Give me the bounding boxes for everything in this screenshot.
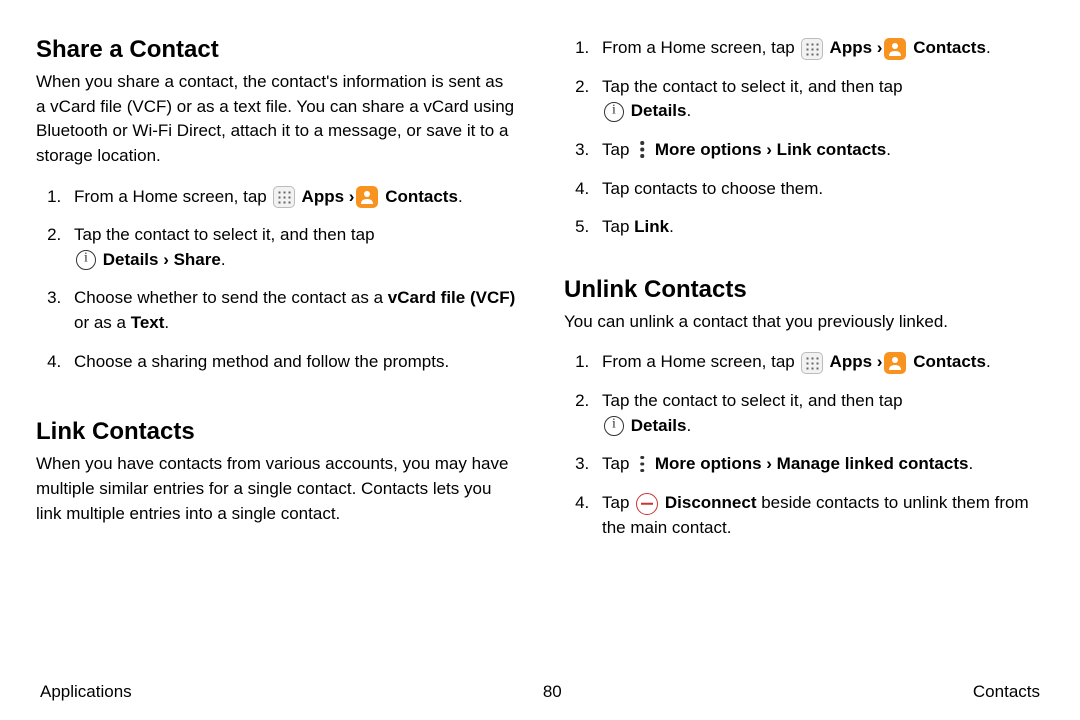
link-steps: From a Home screen, tap Apps › Contacts.… (564, 36, 1044, 254)
footer-right: Contacts (973, 682, 1040, 702)
link-step-4: Tap contacts to choose them. (594, 177, 1044, 202)
apps-icon (801, 38, 823, 60)
link-step-1: From a Home screen, tap Apps › Contacts. (594, 36, 1044, 61)
right-column: From a Home screen, tap Apps › Contacts.… (564, 36, 1044, 660)
unlink-steps: From a Home screen, tap Apps › Contacts.… (564, 350, 1044, 554)
unlink-step-2: Tap the contact to select it, and then t… (594, 389, 1044, 438)
more-options-icon (636, 455, 648, 475)
share-step-1: From a Home screen, tap Apps › Contacts. (66, 185, 516, 210)
apps-icon (273, 186, 295, 208)
contacts-icon (884, 38, 906, 60)
share-steps: From a Home screen, tap Apps › Contacts.… (36, 185, 516, 389)
footer-page-number: 80 (543, 682, 562, 702)
page-footer: Applications 80 Contacts (0, 682, 1080, 702)
unlink-step-3: Tap More options › Manage linked contact… (594, 452, 1044, 477)
info-icon (604, 102, 624, 122)
info-icon (76, 250, 96, 270)
heading-link-contacts: Link Contacts (36, 418, 516, 446)
footer-left: Applications (40, 682, 132, 702)
heading-share-contact: Share a Contact (36, 36, 516, 64)
share-intro: When you share a contact, the contact's … (36, 70, 516, 169)
share-step-4: Choose a sharing method and follow the p… (66, 350, 516, 375)
info-icon (604, 416, 624, 436)
left-column: Share a Contact When you share a contact… (36, 36, 516, 660)
link-step-2: Tap the contact to select it, and then t… (594, 75, 1044, 124)
link-intro: When you have contacts from various acco… (36, 452, 516, 526)
share-step-3: Choose whether to send the contact as a … (66, 286, 516, 335)
heading-unlink-contacts: Unlink Contacts (564, 276, 1044, 304)
link-step-3: Tap More options › Link contacts. (594, 138, 1044, 163)
unlink-intro: You can unlink a contact that you previo… (564, 310, 1044, 335)
disconnect-icon (636, 493, 658, 515)
share-step-2: Tap the contact to select it, and then t… (66, 223, 516, 272)
apps-icon (801, 352, 823, 374)
unlink-step-1: From a Home screen, tap Apps › Contacts. (594, 350, 1044, 375)
unlink-step-4: Tap Disconnect beside contacts to unlink… (594, 491, 1044, 540)
contacts-icon (356, 186, 378, 208)
contacts-icon (884, 352, 906, 374)
more-options-icon (636, 140, 648, 160)
link-step-5: Tap Link. (594, 215, 1044, 240)
